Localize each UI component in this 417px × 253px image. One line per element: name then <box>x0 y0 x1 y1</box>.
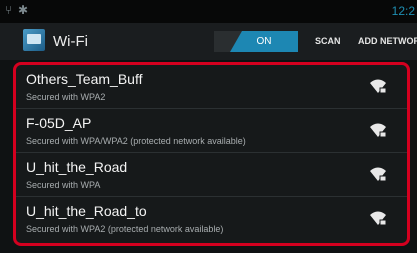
scan-button[interactable]: SCAN <box>315 36 341 46</box>
android-debug-icon: ✱ <box>18 3 29 17</box>
network-ssid: F-05D_AP <box>26 115 92 131</box>
wifi-locked-icon <box>370 79 387 94</box>
network-security: Secured with WPA <box>26 180 101 190</box>
network-security: Secured with WPA/WPA2 (protected network… <box>26 136 246 146</box>
network-ssid: U_hit_the_Road_to <box>26 203 147 219</box>
action-bar: Wi-Fi ON SCAN ADD NETWORK <box>0 23 417 60</box>
network-row[interactable]: U_hit_the_Road Secured with WPA <box>16 153 407 197</box>
network-row[interactable]: Others_Team_Buff Secured with WPA2 <box>16 65 407 109</box>
wifi-settings-app-icon[interactable] <box>23 29 45 51</box>
network-ssid: U_hit_the_Road <box>26 159 128 175</box>
network-security: Secured with WPA2 <box>26 92 106 102</box>
wifi-locked-icon <box>370 167 387 182</box>
page-title: Wi-Fi <box>53 33 88 50</box>
network-row[interactable]: U_hit_the_Road_to Secured with WPA2 (pro… <box>16 197 407 241</box>
wifi-locked-icon <box>370 211 387 226</box>
status-clock: 12:2 <box>391 4 415 18</box>
usb-icon: ⑂ <box>5 3 13 17</box>
network-ssid: Others_Team_Buff <box>26 71 143 87</box>
add-network-button[interactable]: ADD NETWORK <box>358 36 417 46</box>
network-security: Secured with WPA2 (protected network ava… <box>26 224 224 234</box>
network-list: Others_Team_Buff Secured with WPA2 F-05D… <box>13 62 410 246</box>
status-bar: ⑂ ✱ 12:2 <box>0 0 417 23</box>
network-row[interactable]: F-05D_AP Secured with WPA/WPA2 (protecte… <box>16 109 407 153</box>
wifi-locked-icon <box>370 123 387 138</box>
